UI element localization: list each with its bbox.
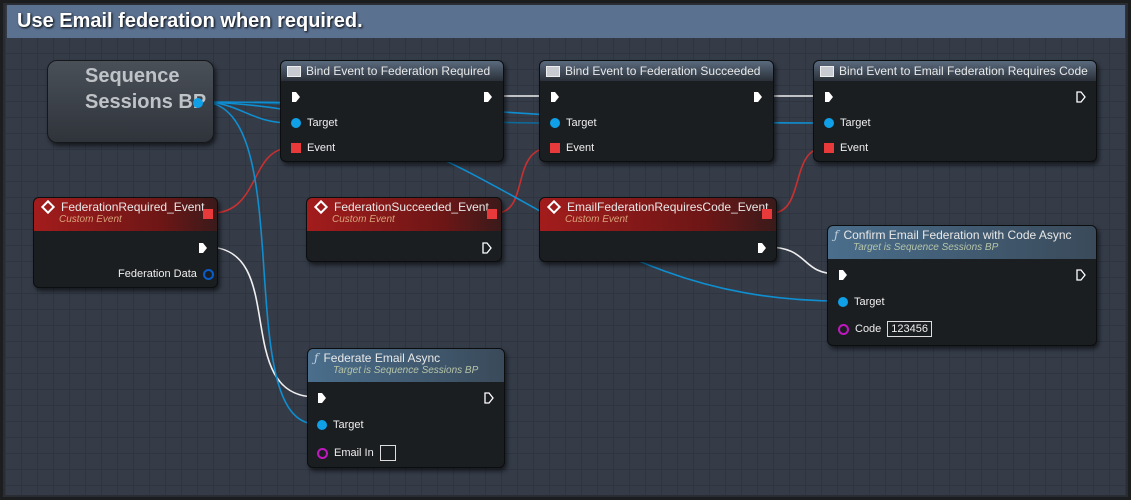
event-icon xyxy=(546,199,562,215)
pin-label: Target xyxy=(307,117,338,129)
node-title: EmailFederationRequiresCode_Event xyxy=(567,200,769,214)
email-in-pin[interactable] xyxy=(317,447,328,459)
bind-icon xyxy=(287,65,301,77)
event-icon xyxy=(40,199,56,215)
pin-label: Email In xyxy=(334,447,374,459)
target-pin[interactable] xyxy=(838,297,848,307)
node-title: Confirm Email Federation with Code Async xyxy=(843,228,1072,242)
exec-out-pin[interactable] xyxy=(482,242,492,254)
exec-out-pin[interactable] xyxy=(484,392,494,404)
node-title: FederationRequired_Event xyxy=(61,200,205,214)
exec-out-pin[interactable] xyxy=(1076,269,1086,281)
pin-label: Event xyxy=(307,142,336,154)
node-subtitle: Custom Event xyxy=(59,214,122,225)
federate-email-async-node[interactable]: ƒ Federate Email Async Target is Sequence … xyxy=(307,348,505,468)
pin-label: Target xyxy=(840,117,871,129)
node-subtitle: Target is Sequence Sessions BP xyxy=(853,242,999,253)
delegate-out-pin[interactable] xyxy=(203,209,213,219)
email-federation-requires-code-event-node[interactable]: EmailFederationRequiresCode_Event Custom … xyxy=(539,197,777,262)
pin-label: Code xyxy=(855,323,882,335)
code-pin[interactable] xyxy=(838,323,849,335)
exec-in-pin[interactable] xyxy=(838,269,848,281)
bind-event-federation-succeeded-node[interactable]: Bind Event to Federation Succeeded Targe… xyxy=(539,60,774,162)
exec-out-pin[interactable] xyxy=(198,242,208,254)
event-pin[interactable] xyxy=(550,143,560,153)
event-icon xyxy=(313,199,329,215)
confirm-email-federation-with-code-node[interactable]: ƒ Confirm Email Federation with Code Asyn… xyxy=(827,225,1097,346)
node-subtitle: Custom Event xyxy=(565,214,628,225)
pin-label: Target xyxy=(333,419,364,431)
exec-in-pin[interactable] xyxy=(824,91,834,103)
node-title: Bind Event to Email Federation Requires … xyxy=(839,64,1088,78)
email-input[interactable] xyxy=(379,445,396,461)
pin-label: Target xyxy=(854,296,885,308)
event-pin[interactable] xyxy=(291,143,301,153)
target-pin[interactable] xyxy=(291,118,301,128)
federation-required-event-node[interactable]: FederationRequired_Event Custom Event Fed… xyxy=(33,197,218,288)
bind-icon xyxy=(546,65,560,77)
node-title: Bind Event to Federation Succeeded xyxy=(565,64,761,78)
exec-in-pin[interactable] xyxy=(317,392,327,404)
exec-out-pin[interactable] xyxy=(1076,91,1086,103)
target-pin[interactable] xyxy=(824,118,834,128)
bind-icon xyxy=(820,65,834,77)
event-pin[interactable] xyxy=(824,143,834,153)
pin-label: Event xyxy=(840,142,869,154)
target-pin[interactable] xyxy=(550,118,560,128)
node-title: Bind Event to Federation Required xyxy=(306,64,491,78)
node-subtitle: Custom Event xyxy=(332,214,395,225)
sequence-sessions-bp-variable[interactable]: Sequence Sessions BP xyxy=(47,60,214,143)
delegate-out-pin[interactable] xyxy=(762,209,772,219)
federation-data-pin[interactable] xyxy=(202,268,214,280)
function-icon: ƒ xyxy=(834,228,839,242)
node-title: FederationSucceeded_Event xyxy=(334,200,489,214)
delegate-out-pin[interactable] xyxy=(487,209,497,219)
exec-in-pin[interactable] xyxy=(550,91,560,103)
variable-label: Sequence Sessions BP xyxy=(85,65,207,113)
node-title: Federate Email Async xyxy=(323,351,441,365)
bind-event-federation-required-node[interactable]: Bind Event to Federation Required Target… xyxy=(280,60,504,162)
pin-label: Federation Data xyxy=(118,268,197,280)
comment-box-title[interactable]: Use Email federation when required. xyxy=(7,5,1125,38)
exec-out-pin[interactable] xyxy=(483,91,493,103)
bind-event-email-federation-requires-code-node[interactable]: Bind Event to Email Federation Requires … xyxy=(813,60,1097,162)
exec-out-pin[interactable] xyxy=(757,242,767,254)
exec-out-pin[interactable] xyxy=(753,91,763,103)
target-pin[interactable] xyxy=(317,420,327,430)
function-icon: ƒ xyxy=(314,351,319,365)
exec-in-pin[interactable] xyxy=(291,91,301,103)
object-output-pin[interactable] xyxy=(193,98,203,108)
pin-label: Event xyxy=(566,142,595,154)
code-input[interactable]: 123456 xyxy=(887,321,933,337)
node-subtitle: Target is Sequence Sessions BP xyxy=(333,365,479,376)
federation-succeeded-event-node[interactable]: FederationSucceeded_Event Custom Event xyxy=(306,197,502,262)
pin-label: Target xyxy=(566,117,597,129)
